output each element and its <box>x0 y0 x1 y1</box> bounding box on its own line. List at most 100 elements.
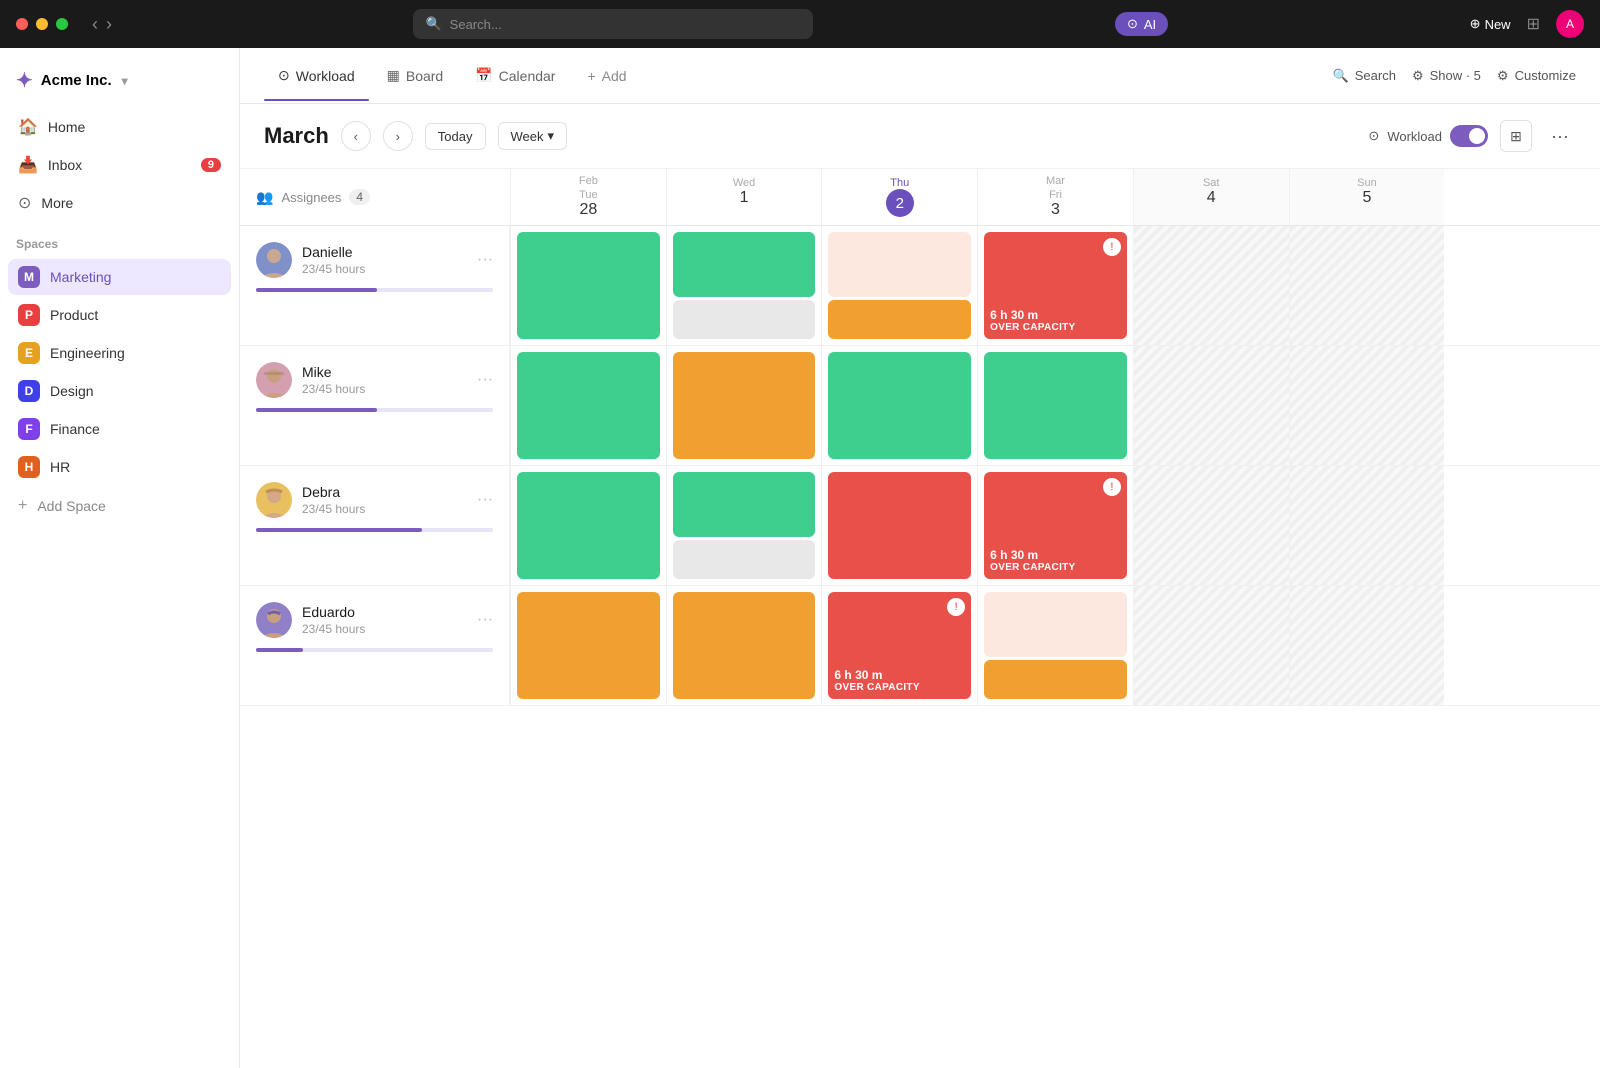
filter-button[interactable]: ⊞ <box>1500 120 1532 152</box>
board-tab-label: Board <box>406 68 443 84</box>
date-num-4: 4 <box>1207 189 1216 207</box>
more-options-button[interactable]: ··· <box>1544 120 1576 152</box>
titlebar-right: ⊕ New ⊞ A <box>1470 10 1584 38</box>
mike-task-wed <box>673 352 816 459</box>
danielle-day-sat <box>1133 226 1289 345</box>
eduardo-day-fri <box>977 586 1133 705</box>
danielle-task-fri: ! 6 h 30 m OVER CAPACITY <box>984 232 1127 339</box>
sidebar-item-finance[interactable]: F Finance <box>8 411 231 447</box>
workload-header-right: ⊙ Workload ⊞ ··· <box>1368 120 1576 152</box>
nav-arrows: ‹ › <box>92 14 112 35</box>
assignee-top-mike: Mike 23/45 hours ··· <box>256 362 493 398</box>
tab-board[interactable]: ▦ Board <box>373 59 458 92</box>
calendar-tab-label: Calendar <box>499 68 556 84</box>
plus-icon: + <box>18 497 27 515</box>
debra-avatar <box>256 482 292 518</box>
mike-more-button[interactable]: ··· <box>477 371 493 389</box>
sidebar-item-home-label: Home <box>48 119 85 135</box>
over-capacity-icon: ! <box>1103 238 1121 256</box>
mike-day-thu <box>821 346 977 465</box>
user-avatar[interactable]: A <box>1556 10 1584 38</box>
eduardo-hours: 23/45 hours <box>302 622 365 636</box>
minimize-dot[interactable] <box>36 18 48 30</box>
mike-day-wed <box>666 346 822 465</box>
tab-workload[interactable]: ⊙ Workload <box>264 59 369 92</box>
customize-icon: ⚙ <box>1497 68 1509 84</box>
assignees-icon: 👥 <box>256 189 273 206</box>
more-icon: ⊙ <box>18 193 31 213</box>
over-capacity-label: OVER CAPACITY <box>990 322 1121 333</box>
product-label: Product <box>50 307 98 323</box>
new-label: New <box>1485 17 1511 32</box>
sidebar-item-inbox[interactable]: 📥 Inbox 9 <box>8 147 231 183</box>
sidebar-item-marketing[interactable]: M Marketing <box>8 259 231 295</box>
close-dot[interactable] <box>16 18 28 30</box>
search-label: Search <box>1355 68 1396 83</box>
eduardo-day-tue <box>510 586 666 705</box>
add-space-button[interactable]: + Add Space <box>0 489 239 523</box>
danielle-day-tue <box>510 226 666 345</box>
danielle-progress-fill <box>256 288 377 292</box>
marketing-dot: M <box>18 266 40 288</box>
toggle-switch[interactable] <box>1450 125 1488 147</box>
eduardo-progress-fill <box>256 648 303 652</box>
inbox-badge: 9 <box>201 158 221 172</box>
eduardo-task-thu: ! 6 h 30 m OVER CAPACITY <box>828 592 971 699</box>
workspace-header[interactable]: ✦ Acme Inc. ▾ <box>0 60 239 109</box>
date-num-5: 5 <box>1362 189 1371 207</box>
finance-dot: F <box>18 418 40 440</box>
danielle-day-thu <box>821 226 977 345</box>
hr-label: HR <box>50 459 70 475</box>
next-month-button[interactable]: › <box>383 121 413 151</box>
date-num-3: 3 <box>1051 201 1060 219</box>
global-search[interactable]: 🔍 Search... <box>413 9 813 39</box>
forward-button[interactable]: › <box>106 14 112 35</box>
mike-progress-fill <box>256 408 377 412</box>
ai-icon: ⊙ <box>1127 16 1138 32</box>
danielle-day-fri: ! 6 h 30 m OVER CAPACITY <box>977 226 1133 345</box>
workload-toggle-icon: ⊙ <box>1368 128 1379 144</box>
week-selector[interactable]: Week ▾ <box>498 122 568 150</box>
workload-toggle[interactable]: ⊙ Workload <box>1368 125 1488 147</box>
sidebar-item-home[interactable]: 🏠 Home <box>8 109 231 145</box>
sidebar-item-hr[interactable]: H HR <box>8 449 231 485</box>
grid-icon[interactable]: ⊞ <box>1527 14 1540 34</box>
danielle-more-button[interactable]: ··· <box>477 251 493 269</box>
prev-month-button[interactable]: ‹ <box>341 121 371 151</box>
danielle-task-thu-1 <box>828 232 971 297</box>
tab-calendar[interactable]: 📅 Calendar <box>461 59 569 92</box>
sidebar-item-more[interactable]: ⊙ More <box>8 185 231 221</box>
eduardo-capacity-label: OVER CAPACITY <box>834 682 965 693</box>
sidebar-item-design[interactable]: D Design <box>8 373 231 409</box>
mike-task-tue <box>517 352 660 459</box>
maximize-dot[interactable] <box>56 18 68 30</box>
danielle-task-thu-2 <box>828 300 971 339</box>
danielle-task-tue <box>517 232 660 339</box>
date-dayname-fri: Fri <box>1049 189 1062 201</box>
back-button[interactable]: ‹ <box>92 14 98 35</box>
danielle-task-wed-2 <box>673 300 816 339</box>
eduardo-name: Eduardo <box>302 604 365 620</box>
sidebar: ✦ Acme Inc. ▾ 🏠 Home 📥 Inbox 9 ⊙ More Sp… <box>0 48 240 1068</box>
mike-name: Mike <box>302 364 365 380</box>
tab-add-button[interactable]: + Add <box>573 60 640 92</box>
search-button[interactable]: 🔍 Search <box>1333 68 1396 84</box>
debra-more-button[interactable]: ··· <box>477 491 493 509</box>
debra-day-sun <box>1289 466 1445 585</box>
sidebar-item-engineering[interactable]: E Engineering <box>8 335 231 371</box>
sidebar-item-product[interactable]: P Product <box>8 297 231 333</box>
assignee-info-danielle: Danielle 23/45 hours ··· <box>240 226 510 345</box>
assignee-row-debra: Debra 23/45 hours ··· <box>240 466 1600 586</box>
today-button[interactable]: Today <box>425 123 486 150</box>
eduardo-day-sat <box>1133 586 1289 705</box>
new-button[interactable]: ⊕ New <box>1470 16 1511 32</box>
eduardo-task-fri-2 <box>984 660 1127 699</box>
workload-header: March ‹ › Today Week ▾ ⊙ Workload ⊞ <box>240 104 1600 169</box>
show-button[interactable]: ⚙ Show · 5 <box>1412 68 1481 84</box>
hr-dot: H <box>18 456 40 478</box>
debra-day-sat <box>1133 466 1289 585</box>
eduardo-more-button[interactable]: ··· <box>477 611 493 629</box>
finance-label: Finance <box>50 421 100 437</box>
ai-button[interactable]: ⊙ AI <box>1115 12 1168 36</box>
customize-button[interactable]: ⚙ Customize <box>1497 68 1576 84</box>
